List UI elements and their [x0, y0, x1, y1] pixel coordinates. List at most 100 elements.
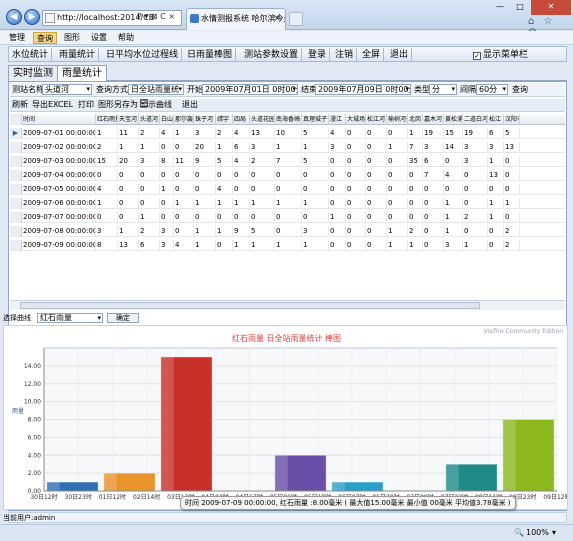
- table-cell: 3: [250, 142, 275, 153]
- column-header[interactable]: 那尔轰: [174, 114, 194, 125]
- horizontal-scrollbar[interactable]: [10, 300, 565, 310]
- row-header[interactable]: [10, 156, 22, 167]
- table-cell: 0: [96, 170, 118, 181]
- method-select[interactable]: 日全站雨量统: [128, 84, 184, 95]
- tab-realtime[interactable]: 实时监测: [8, 65, 58, 81]
- menu-query[interactable]: 查询: [33, 32, 57, 44]
- maximize-button[interactable]: □: [510, 0, 530, 15]
- show-menu-toggle[interactable]: ✓ 显示菜单栏: [473, 48, 528, 62]
- fullscreen-button[interactable]: 全屏: [359, 48, 385, 62]
- print-button[interactable]: 打印: [78, 99, 94, 111]
- interval-select[interactable]: 60分: [476, 84, 508, 95]
- column-header[interactable]: 松江河: [366, 114, 387, 125]
- browser-tab[interactable]: 水情测报系统 哈尔滨今量... ×: [186, 8, 286, 30]
- login-button[interactable]: 登录: [305, 48, 331, 62]
- zoom-level[interactable]: 100%: [526, 525, 549, 541]
- column-header[interactable]: 松江: [488, 114, 504, 125]
- column-header[interactable]: 黄松浦: [444, 114, 463, 125]
- type-select[interactable]: 分: [429, 84, 457, 95]
- minimize-button[interactable]: —: [490, 0, 510, 15]
- row-pointer-icon[interactable]: ▶: [10, 128, 22, 139]
- confirm-button[interactable]: 确定: [107, 313, 139, 323]
- row-header[interactable]: [10, 226, 22, 237]
- table-row[interactable]: 2009-07-04 00:00:00 0 0 0 0 0 0 0 0 0 0 0 0 0 0 0 0 7 4 0 13…: [10, 170, 565, 181]
- table-cell: 3: [139, 156, 160, 167]
- back-button[interactable]: ◀: [6, 9, 22, 25]
- column-header[interactable]: 榆树河子: [387, 114, 408, 125]
- column-header[interactable]: 真理城子: [302, 114, 329, 125]
- water-level-stats-button[interactable]: 水位统计: [9, 48, 53, 62]
- column-header[interactable]: 天宝河: [118, 114, 139, 125]
- column-header[interactable]: 头道花园: [250, 114, 275, 125]
- table-cell: 1: [504, 198, 520, 209]
- save-image-button[interactable]: 图形另存为: [98, 99, 138, 111]
- data-grid: 时间红石雨量天宝河头道河白山那尔轰珠子河靖宇四局头道花园南海香崎真理城子漫江大城…: [10, 114, 565, 300]
- column-header[interactable]: 白山: [160, 114, 174, 125]
- table-cell: 1: [408, 240, 423, 251]
- table-header[interactable]: 时间红石雨量天宝河头道河白山那尔轰珠子河靖宇四局头道花园南海香崎真理城子漫江大城…: [10, 114, 565, 125]
- row-header[interactable]: [10, 170, 22, 181]
- table-cell: 0: [139, 170, 160, 181]
- row-header[interactable]: [10, 184, 22, 195]
- table-cell: 0: [423, 198, 444, 209]
- menu-settings[interactable]: 设置: [88, 32, 110, 44]
- curve-select[interactable]: 红石雨量: [37, 313, 103, 323]
- new-tab-button[interactable]: [289, 12, 303, 26]
- menu-help[interactable]: 帮助: [115, 32, 137, 44]
- table-row[interactable]: ▶ 2009-07-01 00:00:00 1 11 2 4 1 3 2 4 13 10 5 4 0 0 0 1 1…: [10, 128, 565, 139]
- table-cell: 7: [275, 156, 302, 167]
- window-close-button[interactable]: ✕: [531, 0, 571, 15]
- table-row[interactable]: 2009-07-05 00:00:00 4 0 0 1 0 0 4 0 0 0 0 0 0 0 0 0 0 0 0 0 0: [10, 184, 565, 195]
- scroll-thumb[interactable]: [20, 302, 480, 309]
- close-icon[interactable]: ×: [273, 9, 281, 29]
- table-cell: 0: [118, 170, 139, 181]
- refresh-button[interactable]: 刷新: [12, 99, 28, 111]
- column-header[interactable]: 汉阳屯: [504, 114, 520, 125]
- column-header[interactable]: 四局: [233, 114, 250, 125]
- table-cell: 0: [504, 184, 520, 195]
- column-header[interactable]: 二道白河: [463, 114, 488, 125]
- start-date-input[interactable]: 2009年07月01日 0时00分: [202, 84, 298, 95]
- export-excel-button[interactable]: 导出EXCEL: [32, 99, 73, 111]
- table-row[interactable]: 2009-07-06 00:00:00 1 0 0 0 1 1 1 1 1 1 1 0 0 0 0 0 0 1 0 1 1: [10, 198, 565, 209]
- table-row[interactable]: 2009-07-03 00:00:00 15 20 3 8 11 9 5 4 2 7 5 0 0 0 0 35 6…: [10, 156, 565, 167]
- column-header[interactable]: 头道河: [139, 114, 160, 125]
- bar-highlight: [274, 455, 288, 491]
- column-header[interactable]: 时间: [22, 114, 96, 125]
- menu-manage[interactable]: 管理: [6, 32, 28, 44]
- exit-action-button[interactable]: 退出: [182, 99, 198, 111]
- table-cell: 4: [160, 128, 174, 139]
- column-header[interactable]: 漫江: [329, 114, 346, 125]
- chevron-down-icon[interactable]: ▾: [552, 525, 556, 541]
- row-header[interactable]: [10, 240, 22, 251]
- column-header[interactable]: 南海香崎: [275, 114, 302, 125]
- table-row[interactable]: 2009-07-02 00:00:00 2 1 1 0 0 20 1 6 3 1 1 3 0 0 1 7 3 14 3…: [10, 142, 565, 153]
- end-date-input[interactable]: 2009年07月09日 0时00分: [315, 84, 411, 95]
- logout-button[interactable]: 注销: [332, 48, 358, 62]
- daily-avg-level-button[interactable]: 日平均水位过程线: [103, 48, 183, 62]
- table-row[interactable]: 2009-07-07 00:00:00 0 0 1 0 0 0 0 0 0 0 0 1 0 0 0 0 0 1 2 1 0: [10, 212, 565, 223]
- column-header[interactable]: 北岗: [408, 114, 423, 125]
- row-header[interactable]: [10, 198, 22, 209]
- daily-rain-bar-button[interactable]: 日雨量棒图: [184, 48, 237, 62]
- table-row[interactable]: 2009-07-08 00:00:00 3 1 2 3 0 1 1 9 5 0 3 0 0 0 1 2 0 1 0 0 2: [10, 226, 565, 237]
- column-header[interactable]: 大城场: [346, 114, 366, 125]
- table-cell: 0: [463, 170, 488, 181]
- table-row[interactable]: 2009-07-09 00:00:00 8 13 6 3 4 1 0 1 1 1 1 0 0 0 1 1 0 3 1 0…: [10, 240, 565, 251]
- column-header[interactable]: 珠子河: [194, 114, 216, 125]
- row-header[interactable]: [10, 212, 22, 223]
- column-header[interactable]: 靖宇: [216, 114, 233, 125]
- forward-button[interactable]: ▶: [24, 9, 40, 25]
- query-button[interactable]: 查询: [512, 83, 528, 96]
- tab-rainfall-stats[interactable]: 雨量统计: [57, 65, 107, 82]
- exit-button[interactable]: 退出: [387, 48, 413, 62]
- column-header[interactable]: 嘉木河: [423, 114, 444, 125]
- column-header[interactable]: 红石雨量: [96, 114, 118, 125]
- menu-graph[interactable]: 图形: [61, 32, 83, 44]
- address-tools[interactable]: P ▾ ⊠ C ×: [137, 10, 175, 24]
- station-params-button[interactable]: 测站参数设置: [241, 48, 303, 62]
- row-header[interactable]: [10, 142, 22, 153]
- rainfall-stats-button[interactable]: 雨量统计: [56, 48, 100, 62]
- station-select[interactable]: 头道河: [42, 84, 92, 95]
- row-header[interactable]: [10, 114, 22, 125]
